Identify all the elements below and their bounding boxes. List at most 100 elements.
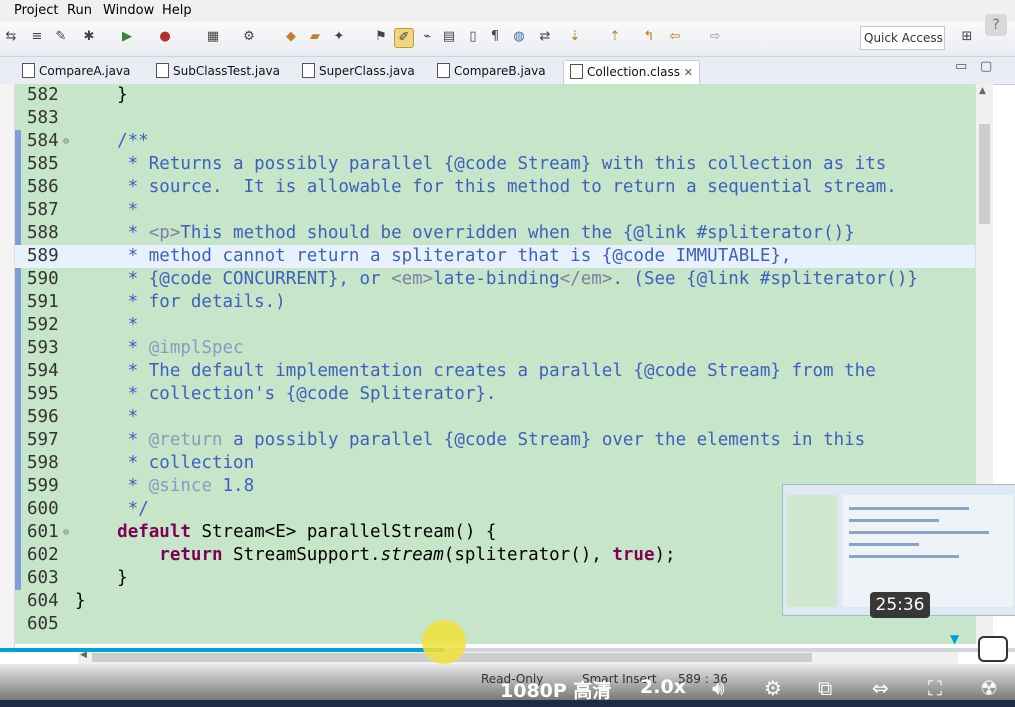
line-number: 600 — [27, 499, 59, 519]
tab-comparea[interactable]: CompareA.java — [22, 60, 130, 84]
code-line[interactable]: 595 * collection's {@code Spliterator}. — [15, 383, 975, 406]
prev-annotation-icon[interactable]: ⇡ — [606, 28, 624, 46]
code-line[interactable]: 584 ⊖ /** — [15, 130, 975, 153]
code-line[interactable]: 589 * method cannot return a spliterator… — [15, 245, 975, 268]
tab-compareb[interactable]: CompareB.java — [437, 60, 546, 84]
code-line[interactable]: 598 * collection — [15, 452, 975, 475]
tab-collection-class[interactable]: Collection.class ✕ — [563, 60, 701, 85]
menu-project[interactable]: Project — [14, 3, 58, 18]
code-line[interactable]: 605 — [15, 613, 975, 636]
code-line[interactable]: 585 * Returns a possibly parallel {@code… — [15, 153, 975, 176]
paragraph-icon[interactable]: ¶ — [486, 28, 504, 46]
code-line[interactable]: 587 * — [15, 199, 975, 222]
tab-superclass[interactable]: SuperClass.java — [302, 60, 415, 84]
horizontal-scrollbar[interactable]: ◀ — [78, 650, 958, 664]
last-edit-icon[interactable]: ↰ — [640, 28, 658, 46]
scroll-thumb[interactable] — [979, 124, 990, 224]
fullscreen-icon[interactable]: ⛶ — [928, 676, 942, 700]
settings-icon[interactable]: ⚙ — [764, 676, 782, 700]
pip-icon[interactable]: ⧉ — [818, 676, 832, 700]
new-icon[interactable]: ▦ — [204, 28, 222, 46]
maximize-icon[interactable]: ▢ — [980, 59, 992, 74]
java-file-icon — [22, 63, 35, 78]
globe-icon[interactable]: ◍ — [510, 28, 528, 46]
line-number: 591 — [27, 292, 59, 312]
minimize-icon[interactable]: ▭ — [955, 59, 967, 74]
code-line[interactable]: 588 * <p>This method should be overridde… — [15, 222, 975, 245]
preview-line — [849, 543, 919, 546]
pin-icon[interactable]: ⌁ — [418, 28, 436, 46]
annotation-icon[interactable]: ⚑ — [372, 28, 390, 46]
format-icon[interactable]: ≡ — [28, 28, 46, 46]
line-number: 582 — [27, 85, 59, 105]
quick-access-field[interactable]: Quick Access — [860, 26, 945, 50]
external-tools-icon[interactable]: ● — [156, 28, 174, 46]
code-text: } — [75, 591, 86, 611]
code-line[interactable]: 592 * — [15, 314, 975, 337]
java-file-icon — [302, 63, 315, 78]
video-progress-knob[interactable] — [421, 620, 466, 664]
code-line[interactable]: 583 — [15, 107, 975, 130]
volume-icon[interactable]: 🔊︎ — [712, 676, 725, 700]
open-perspective-icon[interactable]: ⊞ — [958, 28, 976, 46]
windows-taskbar — [0, 700, 1015, 707]
block-selection-icon[interactable]: ▯ — [464, 28, 482, 46]
menu-window[interactable]: Window — [103, 3, 154, 18]
line-number: 594 — [27, 361, 59, 381]
code-line[interactable]: 593 * @implSpec — [15, 337, 975, 360]
line-number: 604 — [27, 591, 59, 611]
code-line[interactable]: 586 * source. It is allowable for this m… — [15, 176, 975, 199]
code-text: * — [75, 407, 139, 427]
bilibili-tv-icon[interactable] — [978, 636, 1008, 662]
tab-label: Collection.class — [587, 65, 680, 79]
tab-label: CompareB.java — [454, 64, 546, 78]
show-whitespace-icon[interactable]: ▤ — [440, 28, 458, 46]
code-line[interactable]: 590 * {@code CONCURRENT}, or <em>late-bi… — [15, 268, 975, 291]
code-text: * Returns a possibly parallel {@code Str… — [75, 154, 887, 174]
line-number: 597 — [27, 430, 59, 450]
next-annotation-icon[interactable]: ⇣ — [566, 28, 584, 46]
speed-button[interactable]: 2.0x — [640, 676, 686, 698]
code-text: * {@code CONCURRENT}, or <em>late-bindin… — [75, 269, 918, 289]
fold-toggle-icon[interactable]: ⊖ — [63, 130, 69, 153]
danmaku-icon[interactable]: ☢ — [980, 676, 998, 700]
line-number: 605 — [27, 614, 59, 634]
help-question-icon[interactable]: ? — [985, 14, 1007, 36]
run-icon[interactable]: ▶ — [118, 28, 136, 46]
code-text: */ — [75, 499, 149, 519]
code-line[interactable]: 597 * @return a possibly parallel {@code… — [15, 429, 975, 452]
search-icon[interactable]: ✦ — [330, 28, 348, 46]
debug-icon[interactable]: ✱ — [80, 28, 98, 46]
line-number: 593 — [27, 338, 59, 358]
menu-run[interactable]: Run — [67, 3, 92, 18]
open-folder-icon[interactable]: ▰ — [306, 28, 324, 46]
highlight-icon[interactable]: ✐ — [394, 28, 414, 48]
collapse-arrow-icon[interactable]: ▼ — [950, 632, 959, 646]
line-number: 588 — [27, 223, 59, 243]
toggle-comment-icon[interactable]: ⇆ — [2, 28, 20, 46]
code-text: * — [75, 200, 139, 220]
tab-subclasstest[interactable]: SubClassTest.java — [156, 60, 280, 84]
widescreen-icon[interactable]: ⇔ — [872, 676, 889, 700]
new-package-icon[interactable]: ⚙ — [240, 28, 258, 46]
back-icon[interactable]: ⇦ — [666, 28, 684, 46]
code-text: * collection — [75, 453, 255, 473]
code-line[interactable]: 596 * — [15, 406, 975, 429]
open-type-icon[interactable]: ◆ — [282, 28, 300, 46]
code-line[interactable]: 582 } — [15, 84, 975, 107]
code-line[interactable]: 594 * The default implementation creates… — [15, 360, 975, 383]
quality-button[interactable]: 1080P 高清 — [500, 676, 611, 703]
code-text: * collection's {@code Spliterator}. — [75, 384, 497, 404]
code-line[interactable]: 591 * for details.) — [15, 291, 975, 314]
close-tab-icon[interactable]: ✕ — [684, 66, 693, 79]
code-text: default Stream<E> parallelStream() { — [117, 522, 497, 542]
wand-icon[interactable]: ✎ — [52, 28, 70, 46]
preview-editor — [843, 495, 1013, 607]
sync-icon[interactable]: ⇄ — [536, 28, 554, 46]
scroll-up-icon[interactable]: ▲ — [979, 86, 986, 96]
forward-icon[interactable]: ⇨ — [706, 28, 724, 46]
code-text: * method cannot return a spliterator tha… — [75, 246, 792, 266]
menu-help[interactable]: Help — [162, 3, 192, 18]
tab-label: SuperClass.java — [319, 64, 415, 78]
fold-toggle-icon[interactable]: ⊖ — [63, 521, 69, 544]
